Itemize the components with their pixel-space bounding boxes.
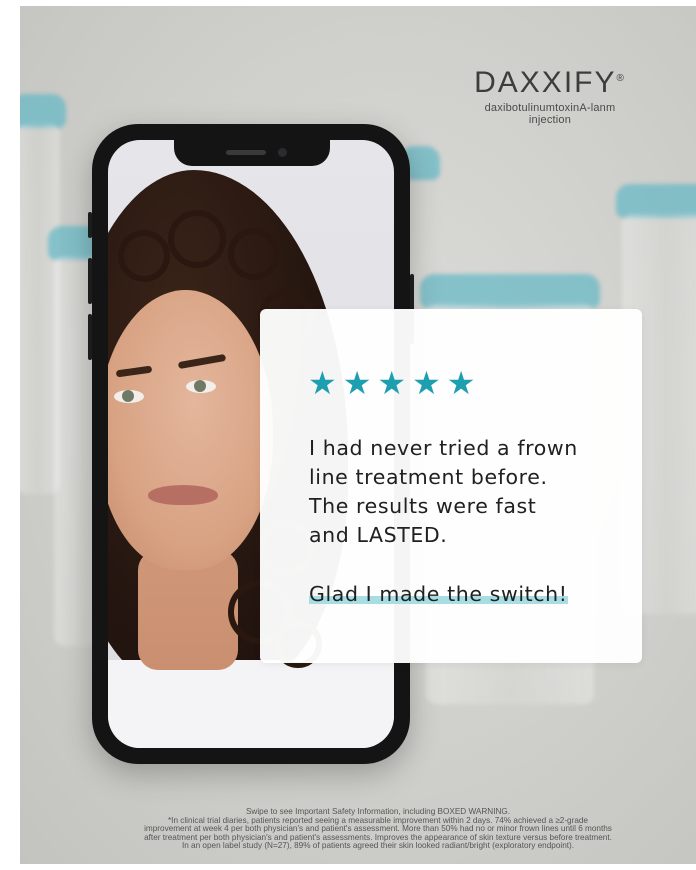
brand-name: DAXXIFY [474,66,617,99]
phone-speaker [226,150,266,155]
disclaimer-line: In an open label study (N=27), 89% of pa… [181,841,575,851]
phone-volume-up [88,258,92,304]
brand-logo: DAXXIFY® daxibotulinumtoxinA-lanm inject… [470,66,630,126]
review-text-line: line treatment before. [309,465,548,489]
phone-notch [174,140,330,166]
disclaimer-text: Swipe to see Important Safety Informatio… [98,807,658,851]
registered-mark: ® [616,73,626,84]
star-icon: ★ [377,364,407,402]
phone-camera [278,148,287,157]
brand-subtitle: daxibotulinumtoxinA-lanm injection [484,102,616,126]
star-icon: ★ [446,364,476,402]
review-text-line: and LASTED. [309,523,448,547]
star-icon: ★ [308,364,337,402]
star-icon: ★ [412,364,441,402]
review-card: ★ ★ ★ ★ ★ I had never tried a frown line… [260,309,642,663]
review-text-line: I had never tried a frown [309,436,578,460]
review-text-line: The results were fast [309,494,537,518]
review-closing-line: Glad I made the switch! [309,582,568,606]
star-rating: ★ ★ ★ ★ ★ [308,367,475,399]
ad-canvas: DAXXIFY® daxibotulinumtoxinA-lanm inject… [20,6,696,864]
star-icon: ★ [342,364,372,402]
phone-volume-down [88,314,92,360]
phone-silent-switch [88,212,92,238]
